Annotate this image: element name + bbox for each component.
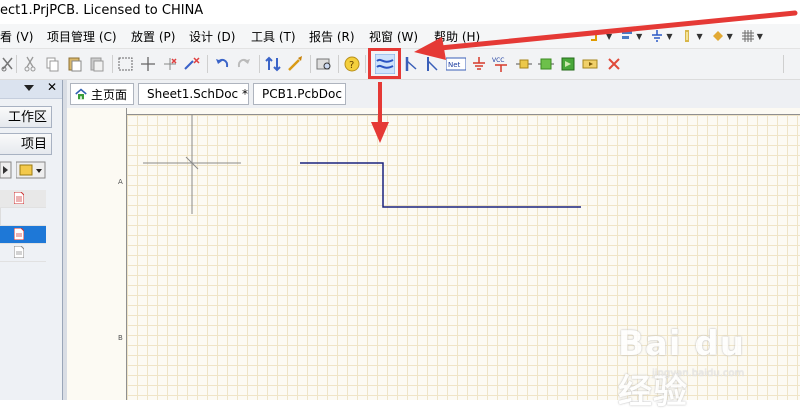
tab-label: 主页面 — [90, 87, 127, 102]
project-options-icon[interactable] — [16, 161, 46, 179]
help-icon[interactable]: ? — [343, 55, 361, 73]
document-tabs: 主页面 Sheet1.SchDoc * PCB1.PcbDoc — [67, 80, 800, 108]
chevron-down-icon[interactable]: ▼ — [666, 32, 672, 41]
menu-view[interactable]: 看 (V) — [0, 28, 33, 45]
document-icon — [14, 246, 24, 258]
project-button[interactable]: 项目 — [0, 133, 52, 155]
paste-icon[interactable] — [66, 55, 84, 73]
paste-array-icon[interactable] — [88, 55, 106, 73]
wire-tool-small-icon[interactable] — [590, 29, 604, 43]
no-erc-icon[interactable] — [605, 55, 623, 73]
power-port-icon[interactable] — [650, 29, 664, 43]
watermark-url: jingyan.baidu.com — [652, 368, 745, 379]
move-icon[interactable] — [139, 55, 157, 73]
cross-probe-icon[interactable] — [286, 55, 304, 73]
home-icon — [75, 88, 87, 100]
tab-pcb1-pcbdoc[interactable]: PCB1.PcbDoc — [253, 83, 346, 105]
sheet-symbol-icon[interactable] — [537, 55, 555, 73]
list-item[interactable] — [0, 244, 46, 262]
vcc-port-icon[interactable]: VCC — [491, 55, 511, 73]
panel-header: ✕ — [0, 80, 62, 99]
window-title: ect1.PrjPCB. Licensed to CHINA — [0, 3, 204, 18]
menu-design[interactable]: 设计 (D) — [189, 28, 235, 45]
chevron-down-icon[interactable]: ▼ — [757, 32, 763, 41]
tab-label: PCB1.PcbDoc — [262, 87, 342, 101]
menu-bar: 看 (V) 项目管理 (C) 放置 (P) 设计 (D) 工具 (T) 报告 (… — [0, 24, 800, 49]
menu-reports[interactable]: 报告 (R) — [309, 28, 355, 45]
select-icon[interactable] — [117, 55, 135, 73]
schematic-doc-icon — [14, 228, 24, 240]
svg-text:?: ? — [349, 60, 354, 71]
hierarchy-icon[interactable] — [264, 55, 282, 73]
align-tool-icon[interactable] — [620, 29, 634, 43]
workspace-button[interactable]: 工作区 — [0, 106, 52, 128]
list-item[interactable] — [0, 208, 46, 226]
menu-window[interactable]: 视窗 (W) — [369, 28, 418, 45]
browse-library-icon[interactable] — [315, 55, 333, 73]
svg-text:VCC: VCC — [492, 57, 504, 64]
sheet-entry-icon[interactable] — [559, 55, 577, 73]
place-part-icon[interactable] — [515, 55, 533, 73]
chevron-down-icon[interactable]: ▼ — [606, 32, 612, 41]
chevron-down-icon[interactable]: ▼ — [727, 32, 733, 41]
zone-label-a: A — [118, 178, 123, 186]
cut-icon[interactable] — [22, 55, 40, 73]
menu-place[interactable]: 放置 (P) — [131, 28, 175, 45]
compile-icon[interactable] — [0, 161, 12, 179]
menu-project[interactable]: 项目管理 (C) — [47, 28, 117, 45]
sheet-margin-left: A B — [67, 108, 127, 400]
diamond-tool-icon[interactable] — [711, 29, 725, 43]
tab-home[interactable]: 主页面 — [70, 83, 134, 105]
chevron-down-icon[interactable] — [24, 85, 34, 91]
zone-label-b: B — [118, 334, 123, 342]
copy-icon[interactable] — [44, 55, 62, 73]
bus-entry-icon[interactable] — [424, 55, 442, 73]
sheet-margin-top — [127, 108, 800, 115]
list-header-row — [0, 190, 46, 208]
svg-text:Net: Net — [448, 61, 461, 69]
wire-tool-highlight — [368, 48, 401, 79]
close-icon[interactable]: ✕ — [47, 81, 59, 93]
bus-icon[interactable] — [402, 55, 420, 73]
net-label-icon[interactable]: Net — [446, 55, 466, 73]
menu-help[interactable]: 帮助 (H) — [434, 28, 480, 45]
clear-filter-icon[interactable] — [183, 55, 201, 73]
tab-label: Sheet1.SchDoc * — [147, 87, 248, 101]
gnd-port-icon[interactable] — [470, 55, 488, 73]
component-tool-icon[interactable] — [680, 29, 694, 43]
wiring-tool-group: ▼ ▼ ▼ ▼ ▼ ▼ — [590, 27, 771, 45]
title-bar: ect1.PrjPCB. Licensed to CHINA — [0, 0, 800, 23]
chevron-down-icon[interactable]: ▼ — [636, 32, 642, 41]
device-sheet-icon[interactable] — [581, 55, 599, 73]
tab-sheet1-schdoc[interactable]: Sheet1.SchDoc * — [138, 83, 249, 105]
projects-panel: ✕ 工作区 项目 — [0, 80, 63, 400]
undo-icon[interactable] — [213, 55, 231, 73]
menu-tools[interactable]: 工具 (T) — [251, 28, 296, 45]
list-item-selected[interactable] — [0, 226, 46, 244]
deselect-icon[interactable] — [161, 55, 179, 73]
redo-icon[interactable] — [235, 55, 253, 73]
grid-tool-icon[interactable] — [741, 29, 755, 43]
panel-tools-row — [0, 160, 62, 182]
chevron-down-icon[interactable]: ▼ — [696, 32, 702, 41]
document-icon — [14, 192, 24, 204]
baidu-watermark: Bai du 经验 jingyan.baidu.com — [610, 316, 760, 412]
